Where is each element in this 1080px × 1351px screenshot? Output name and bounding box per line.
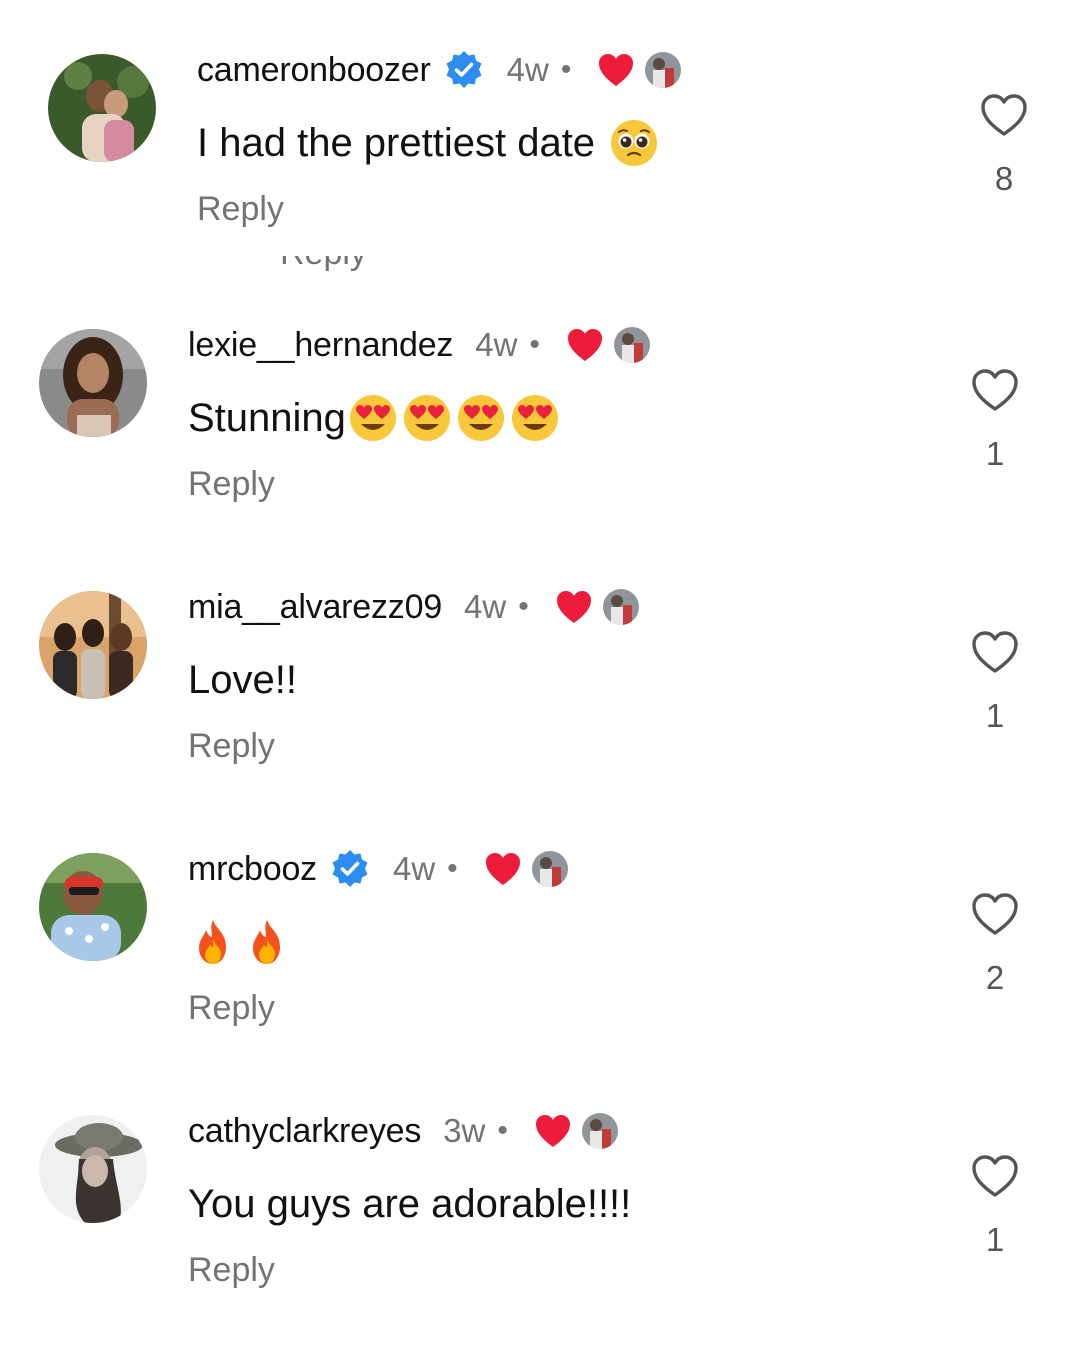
heart-eyes-emoji-icon xyxy=(510,393,560,443)
comment-text: You guys are adorable!!!! xyxy=(188,1181,632,1226)
like-count: 1 xyxy=(985,697,1005,734)
creator-avatar xyxy=(645,52,682,88)
comment-item: mrcbooz 4w • Reply 2 xyxy=(0,839,1080,1089)
verified-badge-icon xyxy=(329,848,371,890)
ghost-reply-text: Reply xyxy=(280,256,370,272)
separator-dot: • xyxy=(447,852,458,885)
fire-emoji-icon xyxy=(188,917,238,967)
like-count: 8 xyxy=(994,160,1014,197)
creator-avatar xyxy=(613,327,650,363)
separator-dot: • xyxy=(518,590,529,623)
separator-dot: • xyxy=(560,53,572,86)
heart-outline-icon[interactable] xyxy=(970,367,1020,413)
heart-outline-icon[interactable] xyxy=(979,92,1029,138)
username[interactable]: lexie__hernandez xyxy=(188,326,453,365)
creator-avatar xyxy=(531,851,568,887)
avatar[interactable] xyxy=(39,591,147,699)
reply-button[interactable]: Reply xyxy=(197,190,284,229)
comment-text: Love!! xyxy=(188,657,297,702)
avatar[interactable] xyxy=(39,1115,147,1223)
heart-eyes-emoji-icon xyxy=(402,393,452,443)
red-heart-icon xyxy=(484,851,522,887)
avatar[interactable] xyxy=(48,54,156,162)
heart-eyes-emoji-icon xyxy=(456,393,506,443)
reply-button[interactable]: Reply xyxy=(188,1251,275,1290)
comment-text: Stunning xyxy=(188,395,346,440)
reply-button[interactable]: Reply xyxy=(188,465,275,504)
username[interactable]: cameronboozer xyxy=(197,51,431,90)
like-count: 1 xyxy=(985,435,1005,472)
fire-emoji-icon xyxy=(242,917,292,967)
comment-item: cameronboozer 4w • I had the prettiest d… xyxy=(0,40,1080,290)
heart-outline-icon[interactable] xyxy=(970,891,1020,937)
reply-button[interactable]: Reply xyxy=(188,727,275,766)
username[interactable]: cathyclarkreyes xyxy=(188,1112,421,1151)
red-heart-icon xyxy=(597,52,635,88)
creator-avatar xyxy=(581,1113,618,1149)
separator-dot: • xyxy=(497,1114,508,1147)
verified-badge-icon xyxy=(443,49,485,91)
creator-avatar xyxy=(602,589,639,625)
comment-item: mia__alvarezz09 4w • Love!! Reply 1 xyxy=(0,577,1080,827)
comment-time: 3w xyxy=(443,1112,486,1149)
comment-time: 4w xyxy=(506,51,549,88)
like-count: 1 xyxy=(985,1221,1005,1258)
username[interactable]: mia__alvarezz09 xyxy=(188,588,442,627)
avatar[interactable] xyxy=(39,853,147,961)
heart-outline-icon[interactable] xyxy=(970,1153,1020,1199)
reply-button[interactable]: Reply xyxy=(188,989,275,1028)
red-heart-icon xyxy=(555,589,593,625)
heart-eyes-emoji-icon xyxy=(348,393,398,443)
red-heart-icon xyxy=(566,327,604,363)
comment-time: 4w xyxy=(475,326,518,363)
comment-text: I had the prettiest date xyxy=(197,120,596,165)
comment-time: 4w xyxy=(392,850,436,887)
username[interactable]: mrcbooz xyxy=(188,850,317,889)
pleading-face-emoji-icon xyxy=(609,118,659,168)
avatar[interactable] xyxy=(39,329,147,437)
heart-outline-icon[interactable] xyxy=(970,629,1020,675)
comment-item: lexie__hernandez 4w • Stunning Reply 1 xyxy=(0,315,1080,565)
like-count: 2 xyxy=(985,959,1005,996)
comment-item: cathyclarkreyes 3w • You guys are adorab… xyxy=(0,1101,1080,1351)
comment-time: 4w xyxy=(464,588,507,625)
separator-dot: • xyxy=(529,328,540,361)
red-heart-icon xyxy=(534,1113,572,1149)
